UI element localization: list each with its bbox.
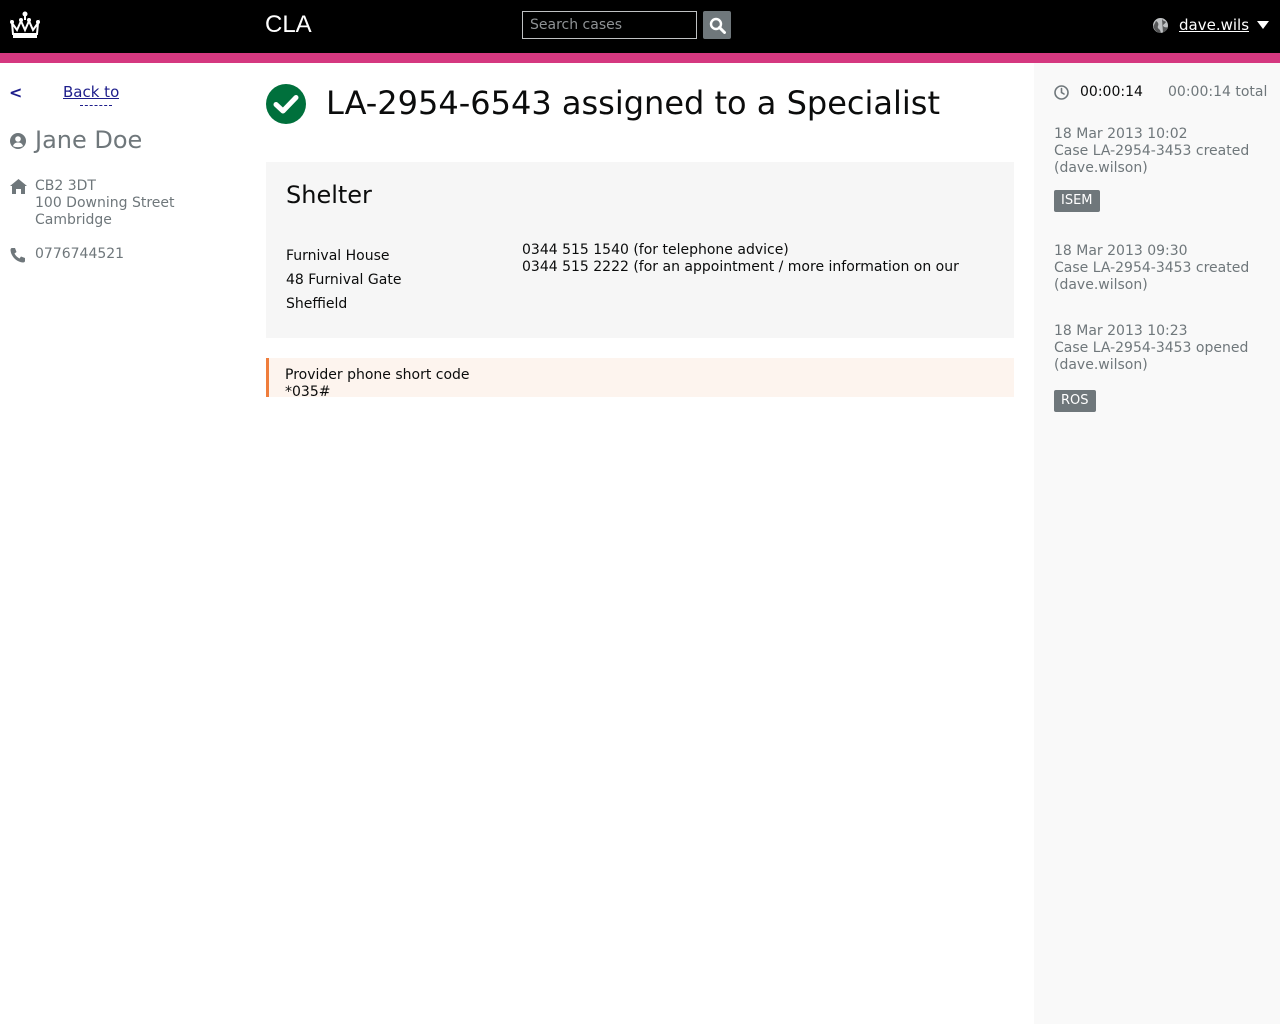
event-date: 18 Mar 2013 10:02 — [1054, 126, 1188, 142]
client-name: Jane Doe — [35, 126, 143, 154]
client-address: CB2 3DT 100 Downing Street Cambridge — [35, 178, 174, 229]
timeline-event: 18 Mar 2013 10:23 Case LA-2954-3453 open… — [1054, 323, 1248, 374]
back-link[interactable]: Back to — [63, 84, 119, 110]
event-user: (dave.wilson) — [1054, 160, 1148, 176]
back-chevron-icon[interactable]: < — [9, 83, 22, 102]
provider-address-line: 48 Furnival Gate — [286, 272, 402, 288]
event-text: Case LA-2954-3453 created — [1054, 260, 1250, 276]
notice-code: *035# — [285, 384, 331, 397]
app-title[interactable]: CLA — [265, 11, 312, 43]
user-menu[interactable]: dave.wilso — [1152, 13, 1269, 37]
event-user: (dave.wilson) — [1054, 357, 1148, 373]
caret-down-icon[interactable] — [1257, 21, 1269, 29]
provider-phone-line: 0344 515 1540 (for telephone advice) — [522, 242, 789, 258]
provider-name: Shelter — [286, 181, 372, 209]
address-line: 100 Downing Street — [35, 195, 175, 211]
provider-short-code-notice: Provider phone short code *035# — [266, 358, 1014, 397]
search-button[interactable] — [703, 11, 731, 39]
crown-logo-icon[interactable] — [8, 10, 42, 40]
search-icon — [709, 17, 726, 34]
address-line: CB2 3DT — [35, 178, 96, 194]
timeline-event: 18 Mar 2013 09:30 Case LA-2954-3453 crea… — [1054, 243, 1249, 294]
phone-icon — [10, 248, 25, 263]
globe-icon — [1153, 17, 1168, 33]
clock-icon — [1054, 85, 1069, 100]
call-timer-total: 00:00:14 total — [1168, 84, 1268, 100]
search-input[interactable] — [522, 11, 697, 39]
check-circle-icon — [266, 84, 306, 124]
home-icon — [10, 179, 27, 194]
timeline-event: 18 Mar 2013 10:02 Case LA-2954-3453 crea… — [1054, 126, 1249, 177]
site-header: CLA dave.wilso — [0, 0, 1280, 53]
notice-label: Provider phone short code — [285, 367, 470, 383]
event-date: 18 Mar 2013 09:30 — [1054, 243, 1188, 259]
provider-address: Furnival House 48 Furnival Gate Sheffiel… — [286, 244, 401, 316]
provider-phone-line: 0344 515 2222 (for an appointment / more… — [522, 259, 959, 275]
page-title: LA-2954-6543 assigned to a Specialist — [326, 84, 940, 122]
provider-address-line: Furnival House — [286, 248, 390, 264]
event-user: (dave.wilson) — [1054, 277, 1148, 293]
provider-panel: Shelter Furnival House 48 Furnival Gate … — [266, 162, 1014, 338]
provider-address-line: Sheffield — [286, 296, 348, 312]
event-date: 18 Mar 2013 10:23 — [1054, 323, 1188, 339]
address-line: Cambridge — [35, 212, 112, 228]
user-name-link[interactable]: dave.wilso — [1179, 13, 1249, 37]
client-phone: 0776744521 — [35, 246, 125, 262]
back-link-truncated-text — [80, 105, 112, 106]
event-text: Case LA-2954-3453 created — [1054, 143, 1250, 159]
brand-stripe — [0, 53, 1280, 63]
event-tag: ISEM — [1054, 190, 1100, 212]
person-icon — [10, 133, 26, 149]
provider-phones: 0344 515 1540 (for telephone advice) 034… — [522, 242, 992, 284]
event-tag: ROS — [1054, 390, 1096, 412]
event-text: Case LA-2954-3453 opened — [1054, 340, 1249, 356]
call-timer: 00:00:14 — [1080, 84, 1143, 100]
